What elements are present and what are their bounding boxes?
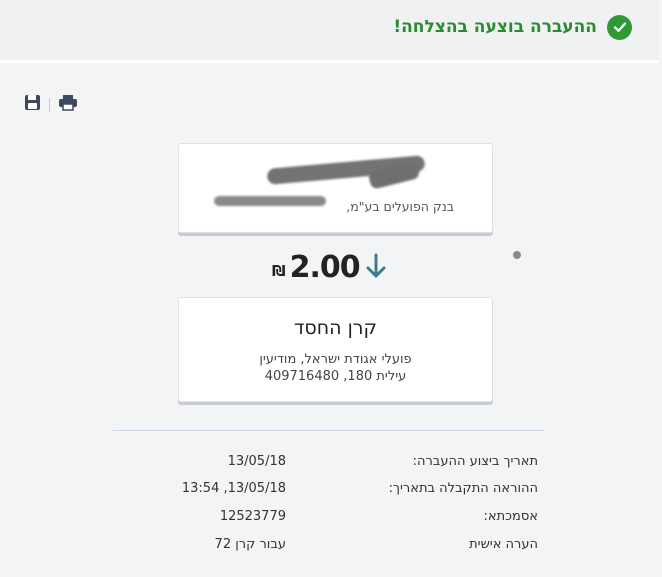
amount-value: 2.00 — [289, 250, 361, 285]
detail-label-reference: אסמכתא: — [483, 509, 538, 524]
recipient-name: קרן החסד — [294, 317, 377, 339]
transfer-amount: ₪ 2.00 — [272, 250, 388, 285]
recipient-account-line: עילית 180, 409716480 — [264, 369, 407, 384]
arrow-down-icon — [364, 252, 388, 284]
detail-label-execution-date: תאריך ביצוע ההעברה: — [412, 454, 538, 469]
redacted-account-number — [214, 196, 326, 206]
status-dot — [513, 251, 521, 259]
check-circle-icon — [607, 14, 632, 40]
success-message: ההעברה בוצעה בהצלחה! — [393, 14, 632, 40]
status-banner: ההעברה בוצעה בהצלחה! — [0, 0, 658, 60]
banner-divider — [0, 60, 658, 63]
from-bank-name: בנק הפועלים בע"מ, — [346, 199, 454, 214]
detail-value-reference: 12523779 — [219, 509, 286, 524]
save-icon[interactable] — [24, 94, 41, 115]
toolbar — [24, 94, 78, 115]
detail-label-received-date: ההוראה התקבלה בתאריך: — [388, 481, 538, 496]
recipient-bank-line: פועלי אגודת ישראל, מודיעין — [259, 352, 412, 367]
detail-value-personal-note: עבור קרן 72 — [214, 537, 286, 552]
toolbar-separator — [49, 97, 50, 112]
detail-label-personal-note: הערה אישית — [469, 537, 538, 552]
detail-value-execution-date: 13/05/18 — [227, 454, 286, 469]
detail-value-received-date: 13/05/18, 13:54 — [181, 481, 286, 496]
from-account-card: בנק הפועלים בע"מ, — [178, 143, 493, 233]
success-text: ההעברה בוצעה בהצלחה! — [393, 17, 597, 37]
details-divider — [113, 430, 544, 431]
currency-symbol: ₪ — [272, 261, 286, 280]
print-icon[interactable] — [58, 94, 78, 115]
to-account-card: קרן החסד פועלי אגודת ישראל, מודיעין עילי… — [178, 297, 493, 402]
